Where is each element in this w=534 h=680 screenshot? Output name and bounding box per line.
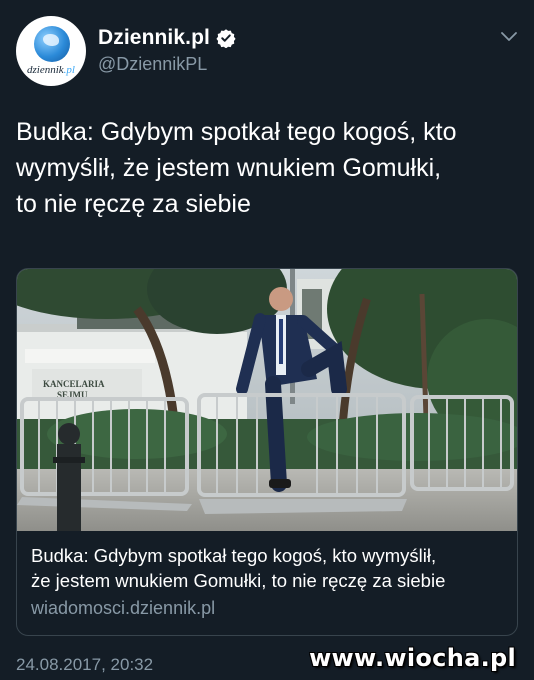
card-domain[interactable]: wiadomosci.dziennik.pl: [31, 598, 507, 619]
tweet-timestamp[interactable]: 24.08.2017, 20:32: [16, 655, 153, 675]
globe-logo-icon: [34, 26, 70, 62]
author-handle[interactable]: @DziennikPL: [98, 54, 207, 75]
chevron-down-icon[interactable]: [500, 30, 518, 44]
author-display-name[interactable]: Dziennik.pl: [98, 26, 210, 50]
watermark: www.wiocha.pl: [309, 644, 516, 672]
tweet-header: dziennik.pl Dziennik.pl @DziennikPL: [16, 16, 520, 86]
tweet-text-line: Budka: Gdybym spotkał tego kogoś, kto: [16, 118, 457, 146]
card-title[interactable]: Budka: Gdybym spotkał tego kogoś, kto wy…: [31, 543, 507, 593]
tweet-text: Budka: Gdybym spotkał tego kogoś, kto wy…: [16, 114, 516, 222]
card-body[interactable]: Budka: Gdybym spotkał tego kogoś, kto wy…: [31, 543, 507, 619]
article-photo[interactable]: KANCELARIA SEJMU: [17, 269, 517, 531]
link-preview-card[interactable]: KANCELARIA SEJMU Budka: Gdybym spotkał t…: [16, 268, 518, 636]
author-name-row[interactable]: Dziennik.pl: [98, 26, 236, 50]
avatar[interactable]: dziennik.pl: [16, 16, 86, 86]
tweet-text-line: wymyślił, że jestem wnukiem Gomułki,: [16, 154, 442, 182]
card-title-line: że jestem wnukiem Gomułki, to nie ręczę …: [31, 570, 446, 591]
avatar-wordmark: dziennik.pl: [27, 64, 75, 76]
card-title-line: Budka: Gdybym spotkał tego kogoś, kto wy…: [31, 545, 437, 566]
verified-badge-icon: [216, 28, 236, 48]
kancelaria-sign: KANCELARIA: [43, 379, 105, 389]
tweet-text-line: to nie ręczę za siebie: [16, 190, 251, 218]
